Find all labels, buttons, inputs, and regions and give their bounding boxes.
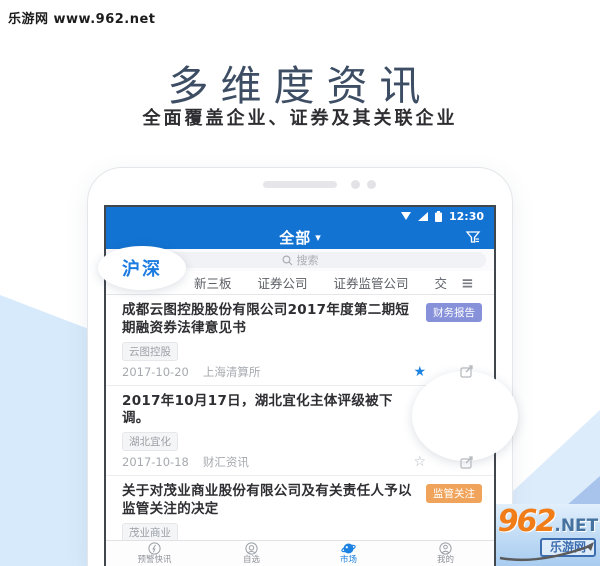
site-logo-watermark: 962 .NET 乐游网 <box>496 504 600 566</box>
favorite-star-icon[interactable]: ☆ <box>413 455 426 469</box>
battery-icon <box>435 211 442 222</box>
watchlist-circle-icon <box>245 542 258 555</box>
filter-funnel-icon[interactable] <box>464 228 482 246</box>
site-watermark-top: 乐游网 www.962.net <box>8 8 156 27</box>
alert-flash-circle-icon <box>148 542 161 555</box>
feed-scope-selector[interactable]: 全部 <box>279 227 311 248</box>
nav-item-market[interactable]: 市场 <box>300 541 397 566</box>
nav-label: 预警快讯 <box>137 556 171 565</box>
nav-label: 自选 <box>243 556 260 565</box>
tab-hushen-label: 沪深 <box>122 255 162 281</box>
user-circle-icon <box>439 542 452 555</box>
tab-xinsanban[interactable]: 新三板 <box>194 273 232 292</box>
tabs-menu-icon[interactable]: ≡ <box>461 274 473 292</box>
hero-title: 多维度资讯 <box>0 52 600 112</box>
wifi-download-icon <box>401 212 411 220</box>
favorite-star-icon[interactable]: ★ <box>413 365 426 379</box>
signal-icon <box>418 212 428 221</box>
promo-screenshot: 乐游网 www.962.net 多维度资讯 全面覆盖企业、证券及其关联企业 12… <box>0 0 600 566</box>
news-row[interactable]: 成都云图控股股份有限公司2017年度第二期短期融资券法律意见书 财务报告 云图控… <box>106 295 494 386</box>
tab-zhengquanjianguan[interactable]: 证券监管公司 <box>334 273 409 292</box>
share-icon[interactable] <box>460 365 474 378</box>
callout-bubble-hushen[interactable]: 沪深 <box>98 246 186 290</box>
search-icon <box>282 255 293 266</box>
news-title: 成都云图控股股份有限公司2017年度第二期短期融资券法律意见书 <box>122 302 426 338</box>
news-row[interactable]: 关于对茂业商业股份有限公司及有关责任人予以监管关注的决定 监管关注 茂业商业 2… <box>106 476 494 542</box>
search-placeholder: 搜索 <box>297 252 319 268</box>
news-date: 2017-10-18 <box>122 455 189 469</box>
company-chip[interactable]: 湖北宜化 <box>122 432 178 451</box>
phone-speaker <box>263 181 337 188</box>
news-date: 2017-10-20 <box>122 365 189 379</box>
company-chip[interactable]: 云图控股 <box>122 342 178 361</box>
callout-bubble-jianguan <box>412 371 518 461</box>
chevron-down-icon[interactable]: ▾ <box>315 231 321 244</box>
app-bar: 全部 ▾ <box>106 225 494 249</box>
clock-time: 12:30 <box>449 210 484 223</box>
share-icon[interactable] <box>460 456 474 469</box>
nav-item-alerts[interactable]: 预警快讯 <box>106 541 203 566</box>
status-bar: 12:30 <box>106 207 494 225</box>
phone-camera-dot <box>351 180 360 189</box>
phone-sensor-dot <box>367 180 376 189</box>
nav-item-profile[interactable]: 我的 <box>397 541 494 566</box>
news-title: 2017年10月17日，湖北宜化主体评级被下调。 <box>122 393 426 429</box>
news-title: 关于对茂业商业股份有限公司及有关责任人予以监管关注的决定 <box>122 483 426 519</box>
tab-zhengquangongsi[interactable]: 证券公司 <box>258 273 308 292</box>
category-badge: 财务报告 <box>426 303 482 322</box>
news-source: 财汇资讯 <box>203 454 249 470</box>
nav-item-watchlist[interactable]: 自选 <box>203 541 300 566</box>
category-badge-highlighted: 监管关注 <box>426 484 482 503</box>
logo-number: 962 <box>498 508 555 535</box>
logo-net-suffix: .NET <box>554 516 598 536</box>
phone-mockup: 12:30 全部 ▾ 搜索 新三板 证券公司 证券 <box>88 168 512 566</box>
hero-subtitle: 全面覆盖企业、证券及其关联企业 <box>0 104 600 130</box>
swoosh-arrow-icon <box>498 538 598 564</box>
bottom-nav: 预警快讯 自选 市场 我的 <box>106 540 494 566</box>
news-source: 上海清算所 <box>203 364 261 380</box>
tab-jiao-partial[interactable]: 交 <box>435 273 448 292</box>
market-planet-icon <box>341 542 356 555</box>
nav-label: 我的 <box>437 556 454 565</box>
nav-label: 市场 <box>340 556 357 565</box>
